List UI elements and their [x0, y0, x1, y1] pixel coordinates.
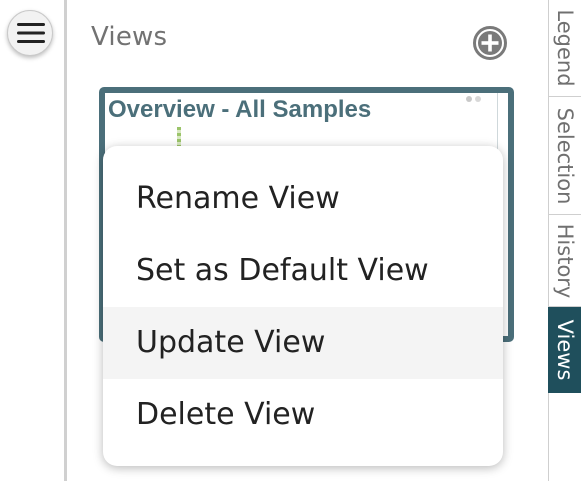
side-tabs-filler	[548, 393, 581, 481]
menu-item-rename-view[interactable]: Rename View	[103, 163, 503, 235]
side-tabs: Legend Selection History Views	[548, 0, 581, 481]
tab-legend[interactable]: Legend	[548, 0, 581, 97]
plus-circle-icon	[473, 26, 507, 60]
menu-item-update-view[interactable]: Update View	[103, 307, 503, 379]
tab-selection[interactable]: Selection	[548, 97, 581, 215]
view-card-title: Overview - All Samples	[108, 96, 372, 123]
tab-selection-label: Selection	[553, 107, 577, 204]
left-rail	[0, 0, 64, 481]
tab-views[interactable]: Views	[548, 307, 581, 393]
tab-history-label: History	[553, 223, 577, 298]
add-view-button[interactable]	[473, 26, 507, 60]
menu-item-set-default-view[interactable]: Set as Default View	[103, 235, 503, 307]
hamburger-menu-button[interactable]	[7, 10, 53, 56]
tab-history[interactable]: History	[548, 215, 581, 307]
menu-item-delete-view[interactable]: Delete View	[103, 379, 503, 451]
panel-title: Views	[91, 22, 168, 52]
tab-legend-label: Legend	[553, 9, 577, 87]
view-context-menu: Rename View Set as Default View Update V…	[103, 146, 503, 466]
hamburger-menu-icon	[17, 23, 45, 43]
thumbnail-controls-icon	[466, 96, 481, 102]
tab-views-label: Views	[553, 319, 577, 380]
